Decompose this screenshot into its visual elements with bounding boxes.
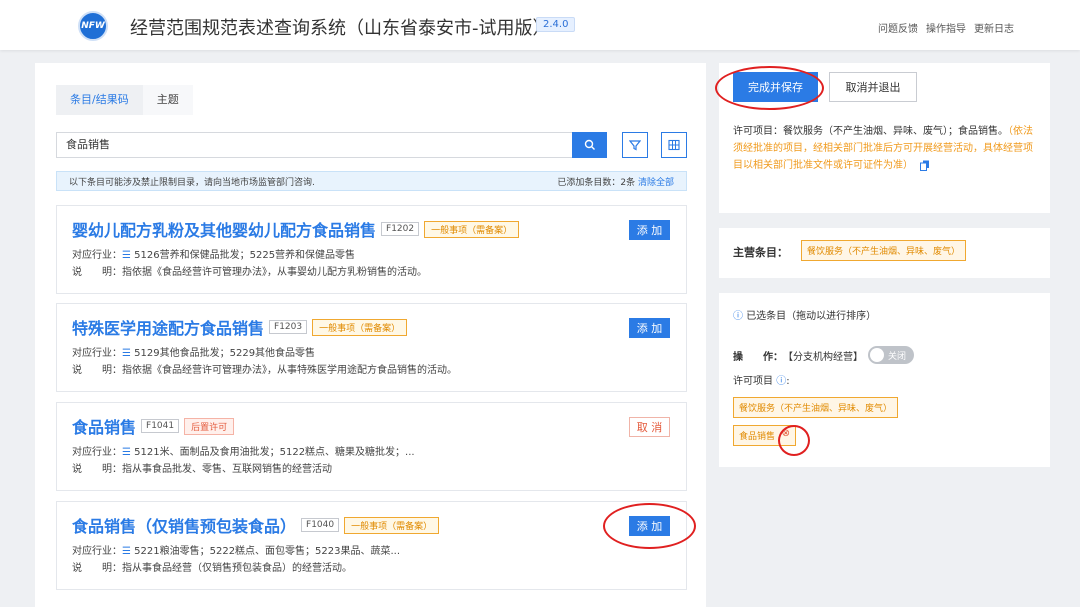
list-icon: ☰	[122, 348, 135, 359]
header-links: 问题反馈 操作指导 更新日志	[878, 20, 1014, 35]
summary-panel: 完成并保存 取消并退出 许可项目：餐饮服务（不产生油烟、异味、废气）；食品销售。…	[719, 63, 1050, 213]
permit-item-tag[interactable]: 餐饮服务（不产生油烟、异味、废气）	[733, 397, 899, 418]
copy-icon[interactable]	[920, 160, 930, 171]
description-line: 说 明：指从事食品经营（仅销售预包装食品）的经营活动。	[72, 563, 352, 574]
main-item-panel: 主营条目： 餐饮服务（不产生油烟、异味、废气）	[719, 228, 1050, 278]
item-type-tag: 后置许可	[184, 417, 235, 435]
item-code: F1040	[301, 518, 340, 532]
industry-line: 对应行业：☰ 5221粮油零售；5222糕点、面包零售；5223果品、蔬菜...	[72, 546, 401, 557]
notice-bar: 以下条目可能涉及禁止限制目录，请向当地市场监管部门咨询. 已添加条目数：2条 清…	[56, 171, 687, 191]
add-item-button[interactable]: 添 加	[629, 220, 670, 240]
tab-bar: 条目/结果码 主题	[56, 85, 193, 115]
item-type-tag: 一般事项（需备案）	[424, 220, 520, 238]
app-title: 经营范围规范表述查询系统（山东省泰安市-试用版）	[130, 18, 551, 39]
card-title: 特殊医学用途配方食品销售 F1203 一般事项（需备案）	[72, 315, 408, 339]
search-panel: 条目/结果码 主题 食品销售 以下条目可能涉及禁止限制目录，请向当地市场监管部门…	[35, 63, 706, 607]
logo: NFW	[78, 11, 108, 41]
operation-row: 操 作： 【分支机构经营】 关闭	[733, 346, 914, 364]
list-icon: ☰	[122, 250, 135, 261]
item-card: 食品销售（仅销售预包装食品） F1040 一般事项（需备案） 对应行业：☰ 5221粮…	[56, 501, 687, 590]
search-input[interactable]: 食品销售	[56, 132, 606, 158]
search-button[interactable]	[572, 132, 607, 158]
card-title: 食品销售 F1041 后置许可	[72, 414, 235, 438]
main-item-label: 主营条目：	[733, 246, 788, 259]
cancel-item-button[interactable]: 取 消	[629, 417, 670, 437]
added-count: 已添加条目数：2条 清除全部	[557, 177, 674, 188]
item-card: 婴幼儿配方乳粉及其他婴幼儿配方食品销售 F1202 一般事项（需备案） 对应行业：☰ …	[56, 205, 687, 294]
help-icon: ⓘ	[733, 311, 743, 322]
list-icon: ☰	[122, 546, 135, 557]
permit-item-tag[interactable]: 食品销售 ⊗	[733, 425, 797, 446]
main-item-tag: 餐饮服务（不产生油烟、异味、废气）	[801, 240, 967, 261]
item-card: 特殊医学用途配方食品销售 F1203 一般事项（需备案） 对应行业：☰ 5129其他食…	[56, 303, 687, 392]
add-item-button[interactable]: 添 加	[629, 318, 670, 338]
item-name[interactable]: 食品销售	[72, 414, 136, 438]
list-icon: ☰	[122, 447, 135, 458]
add-item-button[interactable]: 添 加	[629, 516, 670, 536]
search-icon	[584, 139, 595, 150]
card-title: 食品销售（仅销售预包装食品） F1040 一般事项（需备案）	[72, 513, 440, 537]
item-type-tag: 一般事项（需备案）	[344, 516, 440, 534]
selected-items-panel: ⓘ 已选条目（拖动以进行排序） 操 作： 【分支机构经营】 关闭 许可项目 ⓘ:…	[719, 293, 1050, 467]
filter-button[interactable]	[622, 132, 648, 158]
feedback-link[interactable]: 问题反馈	[878, 20, 918, 35]
item-type-tag: 一般事项（需备案）	[312, 318, 408, 336]
grid-view-button[interactable]	[661, 132, 687, 158]
item-code: F1202	[381, 222, 420, 236]
guide-link[interactable]: 操作指导	[926, 20, 966, 35]
description-line: 说 明：指依据《食品经营许可管理办法》，从事特殊医学用途配方食品销售的活动。	[72, 365, 457, 376]
item-name[interactable]: 食品销售（仅销售预包装食品）	[72, 513, 296, 537]
remove-icon[interactable]: ⊗	[782, 428, 790, 439]
clear-all-link[interactable]: 清除全部	[638, 178, 674, 188]
industry-line: 对应行业：☰ 5121米、面制品及食用油批发；5122糕点、糖果及糖批发；...	[72, 447, 415, 458]
notice-text: 以下条目可能涉及禁止限制目录，请向当地市场监管部门咨询.	[69, 177, 315, 188]
permit-items-label: 许可项目 ⓘ:	[733, 376, 790, 387]
tab-items[interactable]: 条目/结果码	[56, 85, 143, 115]
version-badge: 2.4.0	[536, 17, 576, 32]
item-name[interactable]: 特殊医学用途配方食品销售	[72, 315, 264, 339]
grid-icon	[668, 139, 680, 151]
selected-items-header: ⓘ 已选条目（拖动以进行排序）	[733, 311, 877, 322]
industry-line: 对应行业：☰ 5126营养和保健品批发；5225营养和保健品零售	[72, 250, 356, 261]
item-code: F1041	[141, 419, 180, 433]
description-line: 说 明：指从事食品批发、零售、互联网销售的经营活动	[72, 464, 332, 475]
top-header: NFW 经营范围规范表述查询系统（山东省泰安市-试用版） 2.4.0 问题反馈 …	[0, 0, 1080, 50]
save-button[interactable]: 完成并保存	[733, 72, 818, 102]
permit-summary: 许可项目：餐饮服务（不产生油烟、异味、废气）；食品销售。（依法须经批准的项目，经…	[733, 126, 1033, 171]
description-line: 说 明：指依据《食品经营许可管理办法》，从事婴幼儿配方乳粉销售的活动。	[72, 267, 427, 278]
branch-toggle[interactable]: 关闭	[868, 346, 914, 364]
industry-line: 对应行业：☰ 5129其他食品批发；5229其他食品零售	[72, 348, 316, 359]
item-name[interactable]: 婴幼儿配方乳粉及其他婴幼儿配方食品销售	[72, 217, 376, 241]
tab-topic[interactable]: 主题	[142, 85, 193, 115]
changelog-link[interactable]: 更新日志	[974, 20, 1014, 35]
item-code: F1203	[269, 320, 308, 334]
help-icon: ⓘ	[776, 376, 787, 387]
cancel-exit-button[interactable]: 取消并退出	[829, 72, 917, 102]
filter-icon	[629, 140, 641, 151]
item-card: 食品销售 F1041 后置许可对应行业：☰ 5121米、面制品及食用油批发；5122…	[56, 402, 687, 491]
card-title: 婴幼儿配方乳粉及其他婴幼儿配方食品销售 F1202 一般事项（需备案）	[72, 217, 520, 241]
